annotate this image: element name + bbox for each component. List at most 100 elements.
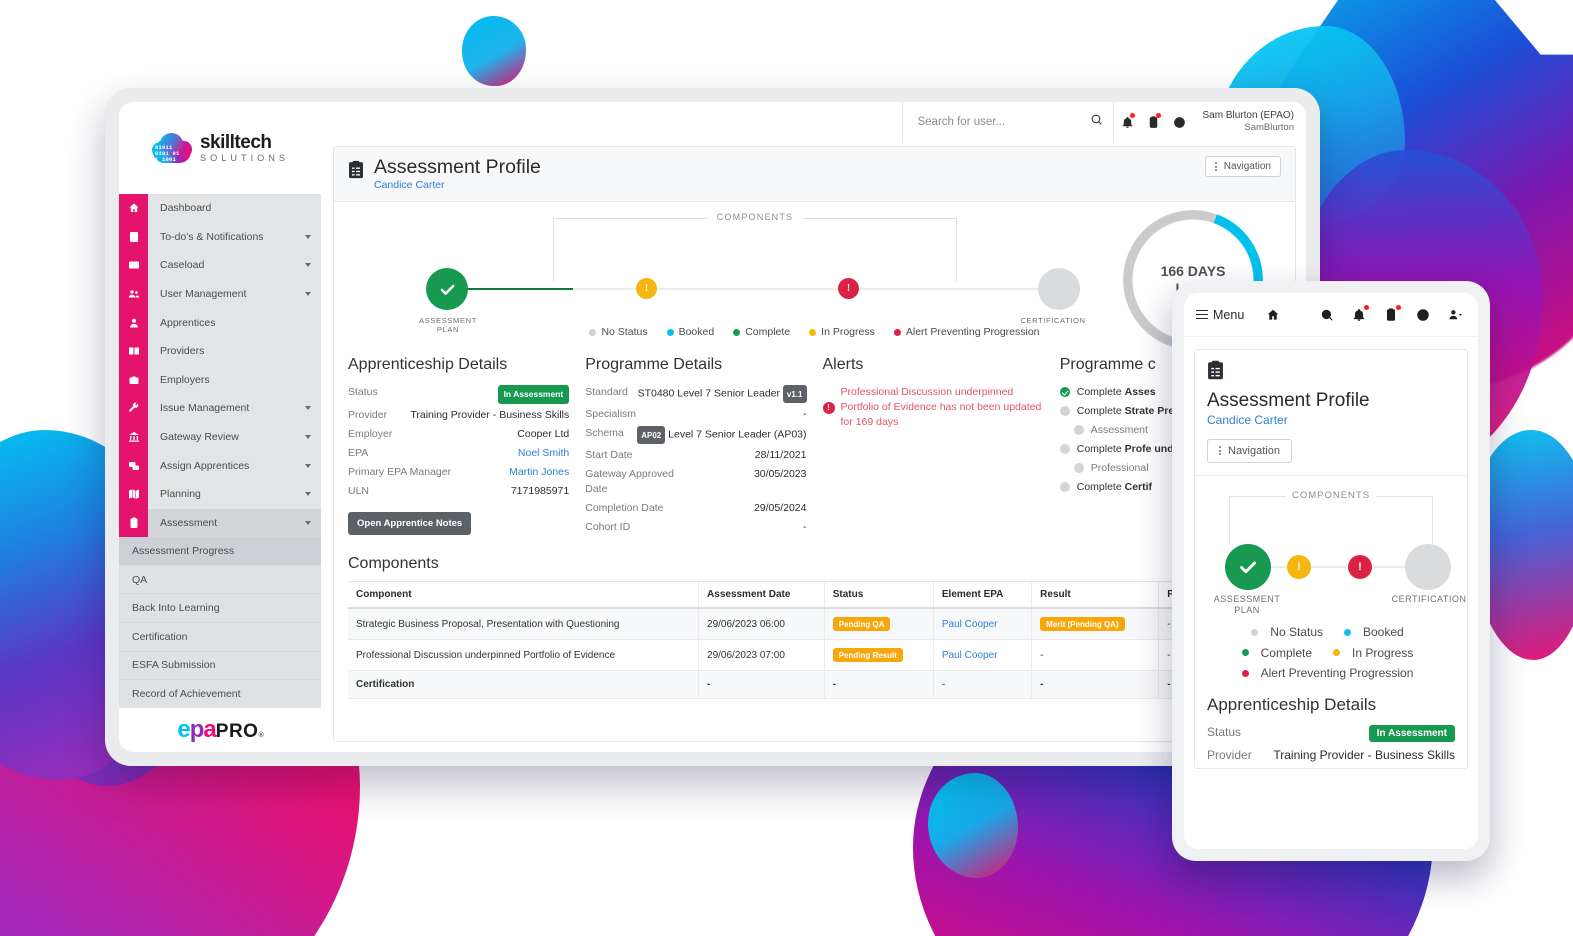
legend-label: Complete <box>1260 645 1312 660</box>
table-row[interactable]: Certification - - - - - <box>348 670 1281 699</box>
chevron-down-icon <box>305 520 311 525</box>
phone-node-component-2[interactable]: ! <box>1348 554 1372 579</box>
users-icon <box>119 279 148 309</box>
table-row[interactable]: Strategic Business Proposal, Presentatio… <box>348 608 1281 640</box>
apprentice-name-link[interactable]: Candice Carter <box>374 178 541 192</box>
card-header: Assessment Profile Candice Carter Naviga… <box>334 147 1295 202</box>
detail-label: Primary EPA Manager <box>348 466 452 478</box>
sidebar-item-dashboard[interactable]: Dashboard <box>119 194 321 223</box>
detail-value: 29/05/2024 <box>753 502 807 514</box>
main-area: Sam Blurton (EPAO) SamBlurton <box>321 102 1306 752</box>
phone-node-certification[interactable] <box>1405 543 1451 590</box>
navigation-button-label: Navigation <box>1223 161 1271 172</box>
phone-section-title: Apprenticeship Details <box>1207 695 1377 714</box>
legend-dot <box>1241 669 1249 677</box>
user-menu[interactable]: Sam Blurton (EPAO) SamBlurton <box>1192 110 1306 134</box>
detail-label: Cohort ID <box>585 521 631 533</box>
status-pill: Pending Result <box>832 648 903 662</box>
sidebar-item-issue-management[interactable]: Issue Management <box>119 394 321 423</box>
phone-node-component-1[interactable]: ! <box>1287 554 1311 579</box>
sidebar-item-assessment[interactable]: Assessment <box>119 508 321 538</box>
phone-search-icon[interactable] <box>1316 304 1338 326</box>
phone-tasks-icon[interactable] <box>1380 304 1402 326</box>
phone-caption-assessment-plan: ASSESSMENT PLAN <box>1213 593 1281 615</box>
detail-value[interactable]: Martin Jones <box>459 465 569 480</box>
sidebar-subitem-esfa-submission[interactable]: ESFA Submission <box>119 651 321 681</box>
sidebar-subitem-qa[interactable]: QA <box>119 565 321 595</box>
navigation-button[interactable]: Navigation <box>1204 156 1281 177</box>
search-input[interactable] <box>917 116 1083 128</box>
timeline-node-certification[interactable] <box>1038 268 1080 310</box>
detail-label: Status <box>348 386 378 398</box>
inbox-icon <box>119 251 148 280</box>
clipboard-icon <box>119 508 148 538</box>
table-cell: Paul Cooper <box>932 608 1032 640</box>
brand-logo[interactable]: 1 01011 0101 01 1 1001 skilltech SOLUTIO… <box>119 102 321 194</box>
phone-menu-button[interactable]: Menu <box>1196 308 1244 322</box>
table-row[interactable]: Professional Discussion underpinned Port… <box>348 639 1281 671</box>
sidebar-item-gateway-review[interactable]: Gateway Review <box>119 422 321 452</box>
checklist-dot <box>1059 482 1070 492</box>
phone-detail-row: Status In Assessment <box>1207 725 1455 742</box>
phone-detail-row: Provider Training Provider - Business Ski… <box>1207 748 1455 762</box>
timeline-node-component-1[interactable]: ! <box>636 278 657 299</box>
help-icon[interactable] <box>1166 102 1192 142</box>
wrench-icon <box>119 394 148 423</box>
search-icon[interactable] <box>1090 113 1103 131</box>
chevron-down-icon <box>305 463 311 468</box>
sidebar-subitem-record-of-achievement[interactable]: Record of Achievement <box>119 680 321 708</box>
sidebar-item-to-do-s-notifications[interactable]: To-do's & Notifications <box>119 222 321 252</box>
sidebar-item-assign-apprentices[interactable]: Assign Apprentices <box>119 451 321 480</box>
phone-help-icon[interactable] <box>1412 304 1434 326</box>
chevron-down-icon <box>305 292 311 297</box>
timeline-caption-certification: CERTIFICATION <box>1020 316 1086 325</box>
sidebar-item-employers[interactable]: Employers <box>119 365 321 395</box>
programme-detail-row: Schema AP02 Level 7 Senior Leader (AP03) <box>585 426 807 444</box>
bell-badge-dot <box>1130 113 1136 118</box>
detail-value[interactable]: Noel Smith <box>376 446 569 461</box>
sidebar-item-user-management[interactable]: User Management <box>119 279 321 309</box>
phone-menu-label: Menu <box>1213 307 1245 322</box>
sidebar-item-caseload[interactable]: Caseload <box>119 251 321 280</box>
notifications-bell-icon[interactable] <box>1114 102 1140 142</box>
sidebar-item-apprentices[interactable]: Apprentices <box>119 308 321 337</box>
programme-details-column: Programme Details Standard ST0480 Level 7… <box>585 356 807 539</box>
timeline-node-assessment-plan[interactable] <box>426 268 468 310</box>
chevron-down-icon <box>305 263 311 268</box>
sidebar-item-planning[interactable]: Planning <box>119 479 321 509</box>
user-name: Sam Blurton (EPAO) <box>1202 110 1294 121</box>
phone-node-assessment-plan[interactable] <box>1225 543 1271 590</box>
top-bar: Sam Blurton (EPAO) SamBlurton <box>321 102 1306 142</box>
sidebar-subitem-assessment-progress[interactable]: Assessment Progress <box>119 537 321 566</box>
phone-home-icon[interactable] <box>1262 304 1284 326</box>
alert-item[interactable]: ! Professional Discussion underpinned Po… <box>822 385 1044 430</box>
cloud-logo-icon: 1 01011 0101 01 1 1001 <box>151 132 193 165</box>
briefcase-icon <box>119 365 148 395</box>
phone-user-icon[interactable] <box>1444 304 1466 326</box>
table-cell: 29/06/2023 06:00 <box>698 608 825 640</box>
phone-bell-icon[interactable] <box>1348 304 1370 326</box>
sidebar-subitem-back-into-learning[interactable]: Back Into Learning <box>119 594 321 623</box>
phone-tasks-badge-dot <box>1396 304 1401 310</box>
sidebar-item-label: Apprentices <box>160 316 216 329</box>
open-apprentice-notes-button[interactable]: Open Apprentice Notes <box>348 512 472 535</box>
sidebar-item-providers[interactable]: Providers <box>119 336 321 366</box>
search-box[interactable] <box>902 102 1115 142</box>
sidebar-subitem-certification[interactable]: Certification <box>119 622 321 652</box>
tasks-clipboard-icon[interactable] <box>1140 102 1166 142</box>
timeline-node-component-2[interactable]: ! <box>838 278 859 299</box>
content-region: Assessment Profile Candice Carter Naviga… <box>321 142 1306 752</box>
sidebar: 1 01011 0101 01 1 1001 skilltech SOLUTIO… <box>119 102 321 752</box>
phone-navigation-button[interactable]: Navigation <box>1207 438 1292 463</box>
details-columns: Apprenticeship Details Status In Assessme… <box>348 356 1281 539</box>
table-cell: - <box>1031 670 1159 699</box>
epapro-a: a <box>203 716 216 743</box>
detail-value: ST0480 Level 7 Senior Leader <box>637 387 780 400</box>
phone-apprentice-link[interactable]: Candice Carter <box>1207 413 1455 427</box>
detail-row: EPA Noel Smith <box>348 446 569 461</box>
column-header: Element EPA <box>932 581 1032 609</box>
assessment-profile-card: Assessment Profile Candice Carter Naviga… <box>333 146 1296 742</box>
phone-card-body: COMPONENTS ! ! ASSESSMENT PLAN CERTIFICA… <box>1195 474 1467 762</box>
detail-label: Provider <box>348 409 388 421</box>
person-icon <box>119 308 148 337</box>
